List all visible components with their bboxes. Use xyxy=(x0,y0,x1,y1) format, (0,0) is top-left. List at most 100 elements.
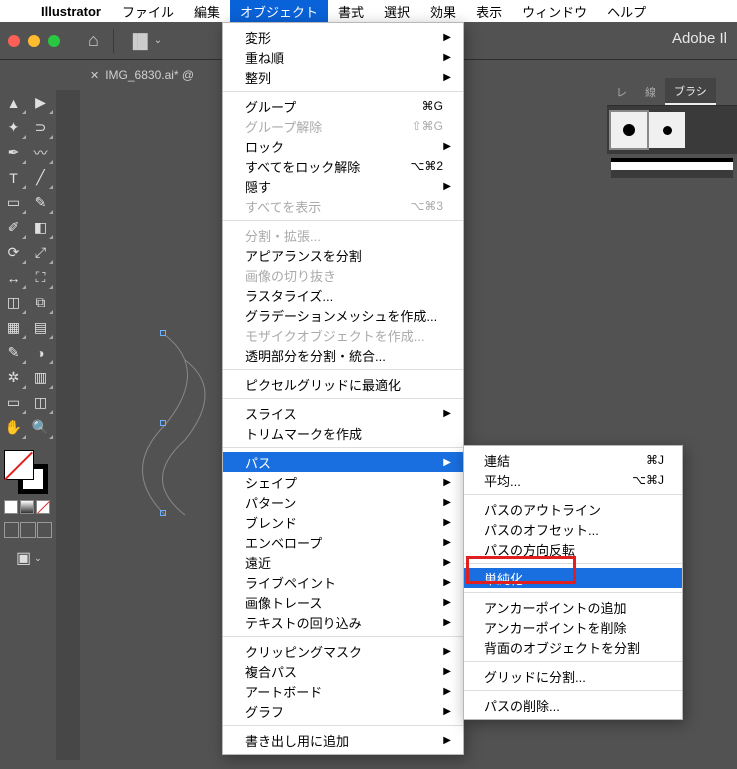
menu-item[interactable]: 複合パス▶ xyxy=(223,661,463,681)
tool-gradient[interactable]: ▤ xyxy=(27,315,54,340)
close-icon[interactable]: ✕ xyxy=(90,69,99,82)
menu-item[interactable]: テキストの回り込み▶ xyxy=(223,612,463,632)
menu-効果[interactable]: 効果 xyxy=(420,0,466,22)
tool-shape-builder[interactable]: ◫ xyxy=(0,290,27,315)
submenu-item[interactable]: 背面のオブジェクトを分割 xyxy=(464,637,682,657)
panel-tab[interactable]: ブラシ xyxy=(665,78,716,105)
menu-item[interactable]: 隠す▶ xyxy=(223,176,463,196)
brush-thumb[interactable] xyxy=(611,112,647,148)
tool-zoom[interactable]: 🔍 xyxy=(27,415,54,440)
anchor-point[interactable] xyxy=(160,420,166,426)
submenu-item[interactable]: パスの削除... xyxy=(464,695,682,715)
menu-item[interactable]: ライブペイント▶ xyxy=(223,572,463,592)
panel-tab[interactable]: 線 xyxy=(636,78,665,105)
menu-item[interactable]: アートボード▶ xyxy=(223,681,463,701)
submenu-item[interactable]: グリッドに分割... xyxy=(464,666,682,686)
document-tab[interactable]: ✕ IMG_6830.ai* @ xyxy=(90,68,194,82)
app-name[interactable]: Illustrator xyxy=(30,4,112,19)
submenu-item[interactable]: パスのアウトライン xyxy=(464,499,682,519)
menu-item[interactable]: パス▶ xyxy=(223,452,463,472)
fill-stroke-swatch[interactable] xyxy=(4,450,48,494)
screen-mode-button[interactable]: ▣ ⌄ xyxy=(16,548,52,568)
tool-eraser[interactable]: ◧ xyxy=(27,215,54,240)
brush-stroke-preview[interactable] xyxy=(611,158,733,170)
anchor-point[interactable] xyxy=(160,330,166,336)
none-mode[interactable] xyxy=(36,500,50,514)
menu-item[interactable]: ラスタライズ... xyxy=(223,285,463,305)
tool-selection[interactable]: ▲ xyxy=(0,90,27,115)
tool-width[interactable]: ↔ xyxy=(0,265,27,290)
menu-item[interactable]: 変形▶ xyxy=(223,27,463,47)
menu-item[interactable]: 画像トレース▶ xyxy=(223,592,463,612)
menu-item[interactable]: 整列▶ xyxy=(223,67,463,87)
menu-item[interactable]: ピクセルグリッドに最適化 xyxy=(223,374,463,394)
tool-rectangle[interactable]: ▭ xyxy=(0,190,27,215)
anchor-point[interactable] xyxy=(160,510,166,516)
menu-オブジェクト[interactable]: オブジェクト xyxy=(230,0,328,22)
menu-item[interactable]: シェイプ▶ xyxy=(223,472,463,492)
chevron-down-icon[interactable]: ⌄ xyxy=(154,35,162,46)
menu-item[interactable]: グラフ▶ xyxy=(223,701,463,721)
traffic-light-zoom[interactable] xyxy=(48,35,60,47)
menu-ファイル[interactable]: ファイル xyxy=(112,0,184,22)
tool-lasso[interactable]: ⊃ xyxy=(27,115,54,140)
menu-表示[interactable]: 表示 xyxy=(466,0,512,22)
submenu-item[interactable]: アンカーポイントを削除 xyxy=(464,617,682,637)
menu-ウィンドウ[interactable]: ウィンドウ xyxy=(512,0,597,22)
menu-item[interactable]: スライス▶ xyxy=(223,403,463,423)
menu-item[interactable]: パターン▶ xyxy=(223,492,463,512)
gradient-mode[interactable] xyxy=(20,500,34,514)
tool-symbol-sprayer[interactable]: ✲ xyxy=(0,365,27,390)
tool-line-segment[interactable]: ╱ xyxy=(27,165,54,190)
panel-tab[interactable]: レ xyxy=(607,78,636,105)
menu-item[interactable]: ブレンド▶ xyxy=(223,512,463,532)
tool-pen[interactable]: ✒ xyxy=(0,140,27,165)
tool-curvature[interactable]: 〰 xyxy=(27,140,54,165)
submenu-item[interactable]: 平均...⌥⌘J xyxy=(464,470,682,490)
tool-artboard[interactable]: ▭ xyxy=(0,390,27,415)
workspace-layout-icon[interactable]: ▐█ xyxy=(128,33,148,49)
menu-item[interactable]: 透明部分を分割・統合... xyxy=(223,345,463,365)
tool-column-graph[interactable]: ▥ xyxy=(27,365,54,390)
menu-ヘルプ[interactable]: ヘルプ xyxy=(597,0,656,22)
menu-item[interactable]: クリッピングマスク▶ xyxy=(223,641,463,661)
tool-scale[interactable]: ⤢ xyxy=(27,240,54,265)
menu-選択[interactable]: 選択 xyxy=(374,0,420,22)
brush-thumb[interactable] xyxy=(649,112,685,148)
tool-mesh[interactable]: ▦ xyxy=(0,315,27,340)
tool-rotate[interactable]: ⟳ xyxy=(0,240,27,265)
submenu-item[interactable]: パスの方向反転 xyxy=(464,539,682,559)
tool-paintbrush[interactable]: ✎ xyxy=(27,190,54,215)
menu-item[interactable]: 重ね順▶ xyxy=(223,47,463,67)
submenu-item[interactable]: 単純化... xyxy=(464,568,682,588)
tool-type[interactable]: T xyxy=(0,165,27,190)
menu-item[interactable]: 書き出し用に追加▶ xyxy=(223,730,463,750)
tool-magic-wand[interactable]: ✦ xyxy=(0,115,27,140)
tool-eyedropper[interactable]: ✎ xyxy=(0,340,27,365)
tool-free-transform[interactable]: ⛶ xyxy=(27,265,54,290)
draw-behind[interactable] xyxy=(20,522,35,538)
traffic-light-close[interactable] xyxy=(8,35,20,47)
submenu-item[interactable]: パスのオフセット... xyxy=(464,519,682,539)
tool-direct-selection[interactable]: ▶ xyxy=(27,90,54,115)
draw-inside[interactable] xyxy=(37,522,52,538)
tool-hand[interactable]: ✋ xyxy=(0,415,27,440)
tool-slice[interactable]: ◫ xyxy=(27,390,54,415)
menu-item[interactable]: 遠近▶ xyxy=(223,552,463,572)
home-icon[interactable]: ⌂ xyxy=(88,30,99,51)
menu-書式[interactable]: 書式 xyxy=(328,0,374,22)
submenu-item[interactable]: アンカーポイントの追加 xyxy=(464,597,682,617)
menu-item[interactable]: すべてをロック解除⌥⌘2 xyxy=(223,156,463,176)
submenu-item[interactable]: 連結⌘J xyxy=(464,450,682,470)
menu-item[interactable]: アピアランスを分割 xyxy=(223,245,463,265)
menu-item[interactable]: グラデーションメッシュを作成... xyxy=(223,305,463,325)
traffic-light-minimize[interactable] xyxy=(28,35,40,47)
menu-編集[interactable]: 編集 xyxy=(184,0,230,22)
menu-item[interactable]: トリムマークを作成 xyxy=(223,423,463,443)
draw-normal[interactable] xyxy=(4,522,19,538)
menu-item[interactable]: エンベロープ▶ xyxy=(223,532,463,552)
tool-shaper[interactable]: ✐ xyxy=(0,215,27,240)
menu-item[interactable]: ロック▶ xyxy=(223,136,463,156)
color-mode[interactable] xyxy=(4,500,18,514)
tool-perspective[interactable]: ⧉ xyxy=(27,290,54,315)
